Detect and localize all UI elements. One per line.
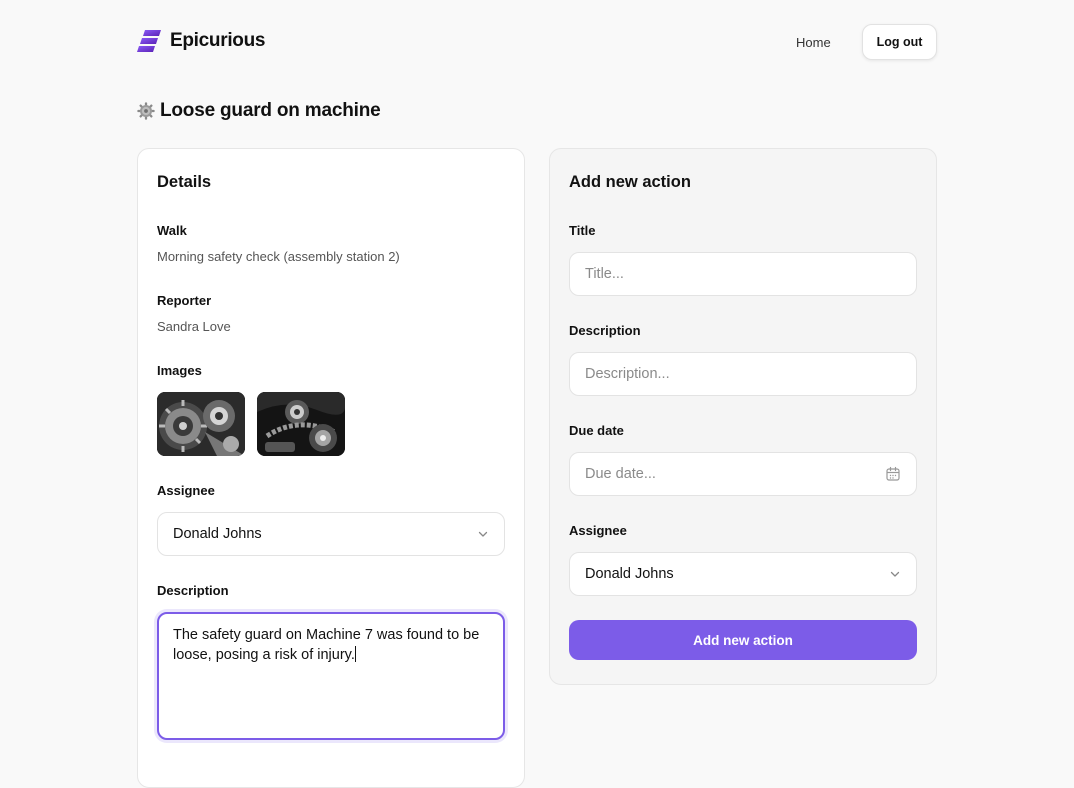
- action-title-input[interactable]: Title...: [569, 252, 917, 296]
- walk-value: Morning safety check (assembly station 2…: [157, 249, 400, 264]
- description-text: The safety guard on Machine 7 was found …: [173, 627, 480, 663]
- action-assignee-value: Donald Johns: [585, 566, 674, 582]
- brand[interactable]: Epicurious: [137, 28, 265, 54]
- description-textarea[interactable]: The safety guard on Machine 7 was found …: [157, 612, 505, 740]
- reporter-label: Reporter: [157, 293, 212, 308]
- brand-logo-icon: [137, 30, 161, 52]
- add-action-heading: Add new action: [569, 173, 691, 191]
- brand-name: Epicurious: [170, 30, 266, 51]
- chevron-down-icon: [478, 531, 488, 537]
- images-label: Images: [157, 363, 202, 378]
- add-action-card: Add new action Title Title... Descriptio…: [549, 148, 937, 685]
- image-thumbnail-1[interactable]: [157, 392, 245, 456]
- top-header: Epicurious Home Log out: [0, 0, 1074, 84]
- chevron-down-icon: [890, 571, 900, 577]
- action-title-label: Title: [569, 223, 596, 238]
- assignee-select[interactable]: Donald Johns: [157, 512, 505, 556]
- page-title: Loose guard on machine: [137, 100, 381, 122]
- gear-icon: [137, 102, 155, 120]
- nav-home-link[interactable]: Home: [796, 35, 831, 50]
- action-title-placeholder: Title...: [585, 266, 624, 282]
- machine-gears-photo: [157, 392, 245, 456]
- action-description-placeholder: Description...: [585, 366, 670, 382]
- logout-button[interactable]: Log out: [862, 24, 937, 60]
- machine-chain-photo: [257, 392, 345, 456]
- action-description-input[interactable]: Description...: [569, 352, 917, 396]
- details-card: Details Walk Morning safety check (assem…: [137, 148, 525, 788]
- description-label: Description: [157, 583, 229, 598]
- due-date-placeholder: Due date...: [585, 466, 656, 482]
- walk-label: Walk: [157, 223, 187, 238]
- assignee-select-value: Donald Johns: [173, 526, 262, 542]
- due-date-input[interactable]: Due date...: [569, 452, 917, 496]
- action-assignee-select[interactable]: Donald Johns: [569, 552, 917, 596]
- text-caret: [354, 646, 356, 662]
- page-title-text: Loose guard on machine: [160, 100, 381, 121]
- action-description-label: Description: [569, 323, 641, 338]
- action-assignee-label: Assignee: [569, 523, 627, 538]
- due-date-label: Due date: [569, 423, 624, 438]
- reporter-value: Sandra Love: [157, 319, 231, 334]
- image-thumbnail-2[interactable]: [257, 392, 345, 456]
- details-heading: Details: [157, 173, 212, 191]
- assignee-label: Assignee: [157, 483, 215, 498]
- calendar-icon[interactable]: [885, 466, 901, 482]
- add-new-action-button[interactable]: Add new action: [569, 620, 917, 660]
